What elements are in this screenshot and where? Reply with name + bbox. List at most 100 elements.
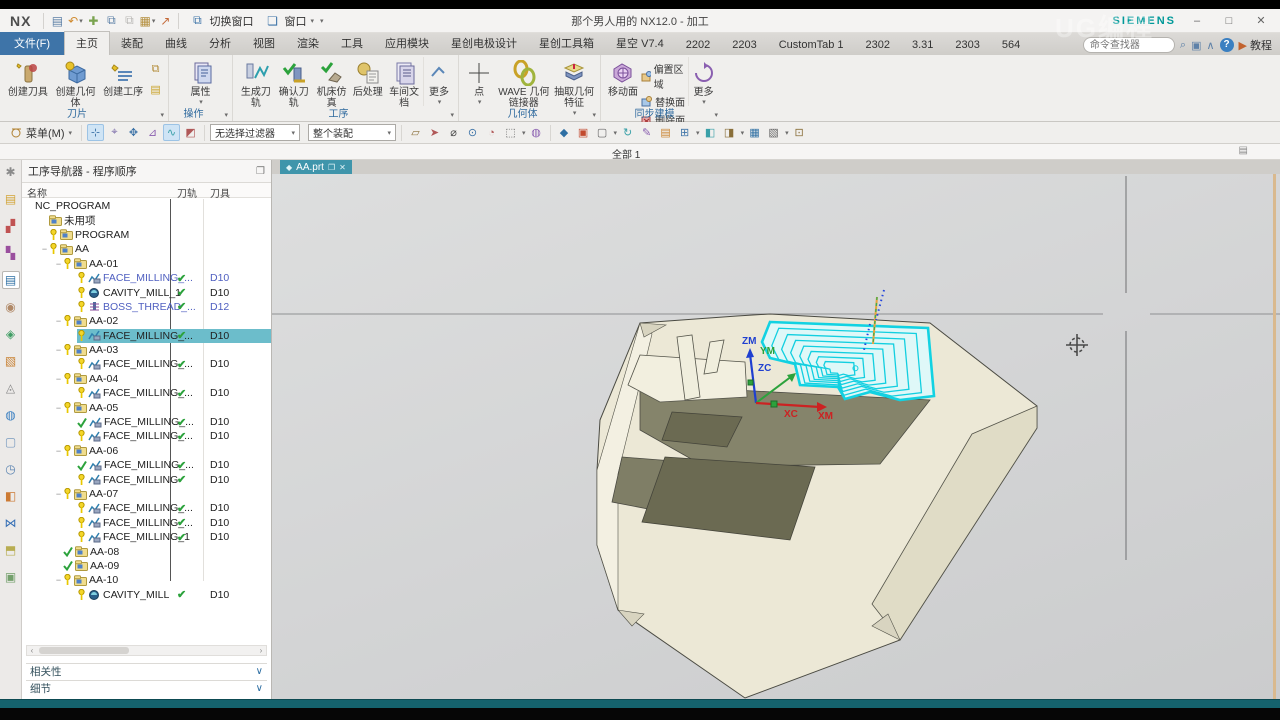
group-dialog-icon[interactable]: ▾: [450, 111, 454, 119]
postprocess-button[interactable]: 后处理: [350, 57, 385, 98]
window-zoom-icon[interactable]: ▣: [575, 124, 592, 141]
clipboard-icon[interactable]: ▦ ▾: [138, 12, 156, 30]
offset-region-button[interactable]: 偏置区域: [641, 61, 688, 91]
tree-row-facemilling1[interactable]: FACE_MILLING_1 ✔ D10: [22, 530, 271, 544]
ribbon-tab-17[interactable]: 2303: [944, 36, 990, 55]
shop-doc-button[interactable]: 车间文档: [385, 57, 423, 109]
tutorial-button[interactable]: ▶ 教程: [1239, 37, 1272, 53]
ribbon-tab-3[interactable]: 曲线: [154, 32, 198, 55]
snap-curve-icon[interactable]: ∿: [163, 124, 181, 141]
scroll-left-icon[interactable]: ‹: [27, 646, 37, 655]
tree-row-facemilling[interactable]: FACE_MILLING_... ✔ D10: [22, 429, 271, 443]
details-panel[interactable]: 细节 ∨: [26, 680, 267, 696]
dependencies-panel[interactable]: 相关性 ∨: [26, 663, 267, 679]
tree-row-facemilling[interactable]: FACE_MILLING_... ✔ D10: [22, 328, 271, 343]
ribbon-tab-11[interactable]: 星空 V7.4: [605, 32, 675, 55]
view-orient-icon[interactable]: ▦: [746, 124, 763, 141]
move-face-button[interactable]: 移动面: [605, 57, 641, 98]
tree-row-aa-10[interactable]: − AA-10: [22, 573, 271, 587]
selection-scope-select[interactable]: 整个装配 ▾: [308, 124, 397, 141]
tree-row-cavitymill1[interactable]: CAVITY_MILL_1 ✔ D10: [22, 285, 271, 299]
circle-snap-icon[interactable]: ⊙: [464, 124, 481, 141]
ribbon-tab-1[interactable]: 主页: [64, 31, 111, 55]
part-navigator-icon[interactable]: ▚: [2, 244, 20, 262]
pane-icon[interactable]: ▧: [765, 124, 782, 141]
collapse-icon[interactable]: −: [54, 345, 63, 355]
tree-row-[interactable]: 未用项: [22, 213, 271, 227]
group-dialog-icon[interactable]: ▾: [224, 111, 228, 119]
minimize-ribbon-icon[interactable]: ▣: [1191, 39, 1201, 52]
grid-icon[interactable]: ⊞: [676, 124, 693, 141]
close-tab-icon[interactable]: ✕: [339, 163, 346, 172]
create-tool-button[interactable]: 创建刀具: [4, 57, 52, 98]
dropdown-icon[interactable]: ▾: [696, 129, 700, 137]
reuse-library-icon[interactable]: ◈: [2, 325, 20, 343]
ribbon-tab-8[interactable]: 应用模块: [374, 32, 440, 55]
refresh-icon[interactable]: ↻: [619, 124, 636, 141]
tree-row-facemilling[interactable]: FACE_MILLING_... ✔ D10: [22, 415, 271, 429]
copy-icon[interactable]: ⧉: [102, 12, 120, 30]
solid-view-icon[interactable]: ◆: [556, 124, 573, 141]
point-button[interactable]: 点 ▾: [463, 57, 495, 106]
tree-row-facemilling[interactable]: FACE_MILLING_... ✔ D10: [22, 386, 271, 400]
insert-extra-top-icon[interactable]: ⧉: [147, 61, 164, 78]
switch-window-button[interactable]: ⧉ 切换窗口: [183, 11, 258, 31]
tree-row-aa-04[interactable]: − AA-04: [22, 372, 271, 386]
workflow-more-button[interactable]: 更多 ▾: [422, 57, 454, 106]
scroll-right-icon[interactable]: ›: [256, 646, 266, 655]
tree-row-ncprogram[interactable]: NC_PROGRAM: [22, 199, 271, 213]
collapse-icon[interactable]: −: [54, 259, 63, 269]
select-component-icon[interactable]: ⊿: [144, 124, 161, 141]
ribbon-tab-2[interactable]: 装配: [110, 32, 154, 55]
brush-icon[interactable]: ✎: [638, 124, 655, 141]
ribbon-tab-5[interactable]: 视图: [242, 32, 286, 55]
web-browser-icon[interactable]: ◍: [2, 406, 20, 424]
operation-navigator-icon[interactable]: ▤: [1, 271, 20, 289]
dropdown-icon[interactable]: ▾: [522, 129, 526, 137]
minimize-button[interactable]: –: [1186, 15, 1208, 27]
list-icon[interactable]: ▤: [1239, 145, 1248, 156]
collapse-icon[interactable]: −: [40, 244, 49, 254]
window-button[interactable]: ❏ 窗口 ▾: [258, 11, 319, 31]
verify-toolpath-button[interactable]: 确认刀轨: [275, 57, 313, 109]
select-point-icon[interactable]: ✥: [125, 124, 142, 141]
ribbon-tab-13[interactable]: 2203: [721, 36, 767, 55]
undo-icon[interactable]: ↶ ▾: [66, 12, 84, 30]
shaded-view-icon[interactable]: ◍: [528, 124, 545, 141]
assembly-navigator-icon[interactable]: ▤: [2, 190, 20, 208]
undock-icon[interactable]: ❐: [256, 166, 265, 177]
command-finder-input[interactable]: [1082, 37, 1175, 53]
new-file-icon[interactable]: ▢: [2, 433, 20, 451]
arc-center-icon[interactable]: ◔: [483, 124, 500, 141]
tree-row-aa-02[interactable]: − AA-02: [22, 314, 271, 328]
tree-row-aa-05[interactable]: − AA-05: [22, 400, 271, 414]
ribbon-tab-18[interactable]: 564: [991, 36, 1031, 55]
plane-grid-icon[interactable]: ⊡: [791, 124, 808, 141]
save-icon[interactable]: ▤: [48, 12, 66, 30]
tree-row-aa-07[interactable]: − AA-07: [22, 487, 271, 501]
scrollbar-thumb[interactable]: [39, 647, 129, 654]
ribbon-tab-12[interactable]: 2202: [675, 36, 721, 55]
roles-icon[interactable]: ⬒: [2, 541, 20, 559]
part-tab[interactable]: ◆ AA.prt ❐ ✕: [280, 160, 352, 174]
tree-row-facemilling[interactable]: FACE_MILLING_... ✔ D10: [22, 357, 271, 371]
ribbon-tab-9[interactable]: 星创电极设计: [440, 32, 528, 55]
fit-view-icon[interactable]: ▢: [594, 124, 611, 141]
machine-tool-navigator-icon[interactable]: ◉: [2, 298, 20, 316]
create-operation-button[interactable]: 创建工序: [99, 57, 147, 98]
attach-icon[interactable]: ✚: [84, 12, 102, 30]
ribbon-tab-6[interactable]: 渲染: [286, 32, 330, 55]
tree-row-aa-03[interactable]: − AA-03: [22, 343, 271, 357]
collapse-ribbon-icon[interactable]: ∧: [1206, 39, 1214, 52]
properties-button[interactable]: 属性 ▾: [173, 57, 228, 106]
tree-row-aa[interactable]: − AA: [22, 242, 271, 256]
collapse-icon[interactable]: −: [54, 575, 63, 585]
tree-row-facemilling[interactable]: FACE_MILLING_... ✔ D10: [22, 271, 271, 285]
ribbon-tab-7[interactable]: 工具: [330, 32, 374, 55]
visual-reports-icon[interactable]: ▧: [2, 352, 20, 370]
layer-icon[interactable]: ▤: [657, 124, 674, 141]
horizontal-scrollbar[interactable]: ‹ ›: [26, 645, 267, 656]
wave-link-button[interactable]: WAVE 几何链接器: [495, 57, 552, 109]
ribbon-tab-4[interactable]: 分析: [198, 32, 242, 55]
select-group-icon[interactable]: ⌖: [106, 124, 123, 141]
